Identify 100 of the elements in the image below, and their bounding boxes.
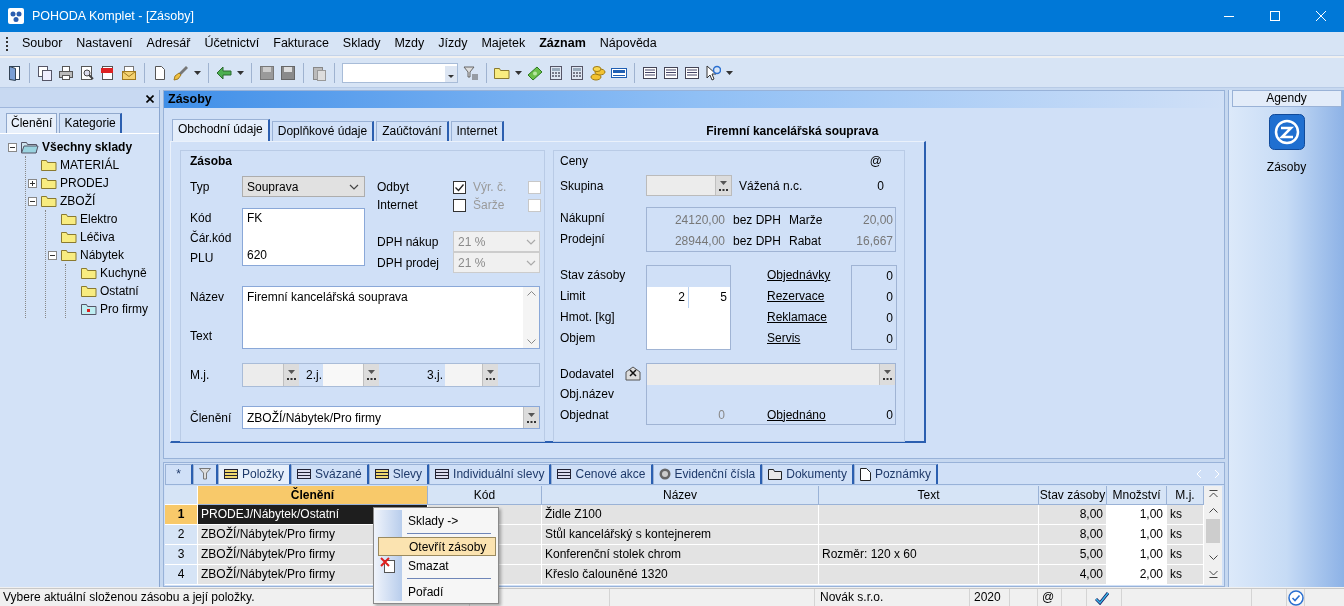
tab[interactable]: * [165,463,193,484]
brush-icon[interactable] [173,64,189,81]
scroll-down-icon[interactable] [1208,554,1218,560]
collapse-icon[interactable] [48,250,57,260]
tab[interactable]: Kategorie [59,113,122,133]
dropdown-button[interactable] [879,364,895,385]
expand-icon[interactable] [28,178,37,188]
field-value[interactable]: 620 [247,248,268,262]
tab[interactable]: Evidenční čísla [652,463,763,484]
caret-icon[interactable] [515,70,522,75]
tree-item[interactable]: Všechny sklady [42,138,133,156]
tab[interactable]: Individuální slevy [429,463,552,484]
tab[interactable]: Poznámky [853,463,938,484]
save-icon[interactable] [280,64,296,81]
link[interactable]: Objednávky [767,268,831,282]
tab[interactable] [193,463,218,484]
export-document-icon[interactable] [100,64,116,81]
sidebar-item[interactable]: Zásoby [1266,158,1307,176]
tree-item[interactable]: Elektro [80,210,118,228]
classification-field[interactable]: ZBOŽÍ/Nábytek/Pro firmy [242,406,540,429]
tab[interactable]: Internet [450,121,505,141]
coins-icon[interactable] [590,64,606,81]
tree-item[interactable]: Nábytek [80,246,125,264]
column-header[interactable]: Stav zásoby [1039,485,1107,505]
caret-icon[interactable] [445,65,457,82]
link[interactable]: Servis [767,331,801,345]
list-icon[interactable] [642,64,658,81]
menu-item[interactable]: Adresář [139,34,198,53]
tab[interactable]: Cenové akce [551,463,653,484]
checkbox[interactable] [453,198,466,212]
caret-icon[interactable] [194,70,201,75]
tab[interactable]: Svázané [291,463,369,484]
row-number[interactable]: 4 [165,564,198,585]
caret-icon[interactable] [726,70,733,75]
tab[interactable]: Obchodní údaje [172,119,270,141]
dropdown-button[interactable] [283,364,299,386]
stock-agenda-icon[interactable] [1268,114,1305,150]
tree-item[interactable]: Pro firmy [100,300,148,318]
column-header[interactable]: Množství [1107,485,1167,505]
link[interactable]: Rezervace [767,289,825,303]
menu-item[interactable]: Mzdy [387,34,432,53]
menu-item[interactable]: Sklady [335,34,388,53]
scroll-thumb[interactable] [1206,518,1220,543]
mail-icon[interactable] [121,64,137,81]
close-icon[interactable] [146,94,154,103]
collapse-icon[interactable] [28,196,37,206]
column-header[interactable]: Kód [428,485,542,505]
menu-item[interactable]: Pořadí [378,582,498,601]
scroll-up-icon[interactable] [1208,507,1218,513]
collapse-icon[interactable] [8,142,17,152]
help-pointer-icon[interactable] [705,64,721,81]
money-icon[interactable] [527,64,543,81]
scroll-top-icon[interactable] [1208,489,1218,498]
maximize-icon[interactable] [1270,11,1280,21]
menu-item[interactable]: Soubor [15,34,70,53]
printer-icon[interactable] [58,64,74,81]
column-header[interactable]: Název [542,485,819,505]
column-header[interactable]: Text [819,485,1039,505]
column-header[interactable]: M.j. [1167,485,1204,505]
tab[interactable]: Zaúčtování [376,121,449,141]
scrollbar[interactable] [1204,485,1222,585]
menu-item[interactable]: Majetek [474,34,533,53]
save-icon[interactable] [259,64,275,81]
row-number[interactable]: 1 [165,504,198,525]
tab[interactable]: Dokumenty [762,463,854,484]
tab[interactable]: Členění [6,113,58,133]
row-number[interactable]: 3 [165,544,198,565]
tree-item[interactable]: Kuchyně [100,264,147,282]
field-value[interactable]: FK [247,211,263,225]
limit-value[interactable]: 5 [689,287,730,308]
menu-item[interactable]: Jízdy [431,34,475,53]
tree-item[interactable]: Léčiva [80,228,115,246]
scroll-bottom-icon[interactable] [1208,569,1218,578]
tab[interactable]: Položky [218,463,292,484]
link[interactable]: Reklamace [767,310,828,324]
list-icon[interactable] [684,64,700,81]
row-number[interactable]: 2 [165,524,198,545]
menu-item[interactable]: Záznam [532,34,593,53]
menu-item[interactable]: Nápověda [592,34,664,53]
menu-item[interactable]: Účetnictví [197,34,267,53]
tab[interactable]: Slevy [368,463,430,484]
arrow-left-icon[interactable] [216,64,232,81]
dropdown-button[interactable] [363,364,379,386]
filter-icon[interactable] [463,64,479,81]
dropdown-button[interactable] [715,176,731,195]
tab[interactable]: Doplňkové údaje [271,121,375,141]
calculator-icon[interactable] [569,64,585,81]
copy-icon[interactable] [37,64,53,81]
dropdown-button[interactable] [482,364,498,386]
calculator-icon[interactable] [548,64,564,81]
paste-icon[interactable] [311,64,327,81]
list-icon[interactable] [663,64,679,81]
type-select[interactable]: Souprava [242,176,365,197]
exit-door-icon[interactable] [6,64,22,81]
print-preview-icon[interactable] [79,64,95,81]
dropdown-button[interactable] [523,407,539,428]
link[interactable]: Objednáno [767,405,851,424]
checked-checkbox[interactable] [453,180,466,194]
tree-item[interactable]: PRODEJ [60,174,109,192]
column-header[interactable]: Členění [198,485,428,505]
